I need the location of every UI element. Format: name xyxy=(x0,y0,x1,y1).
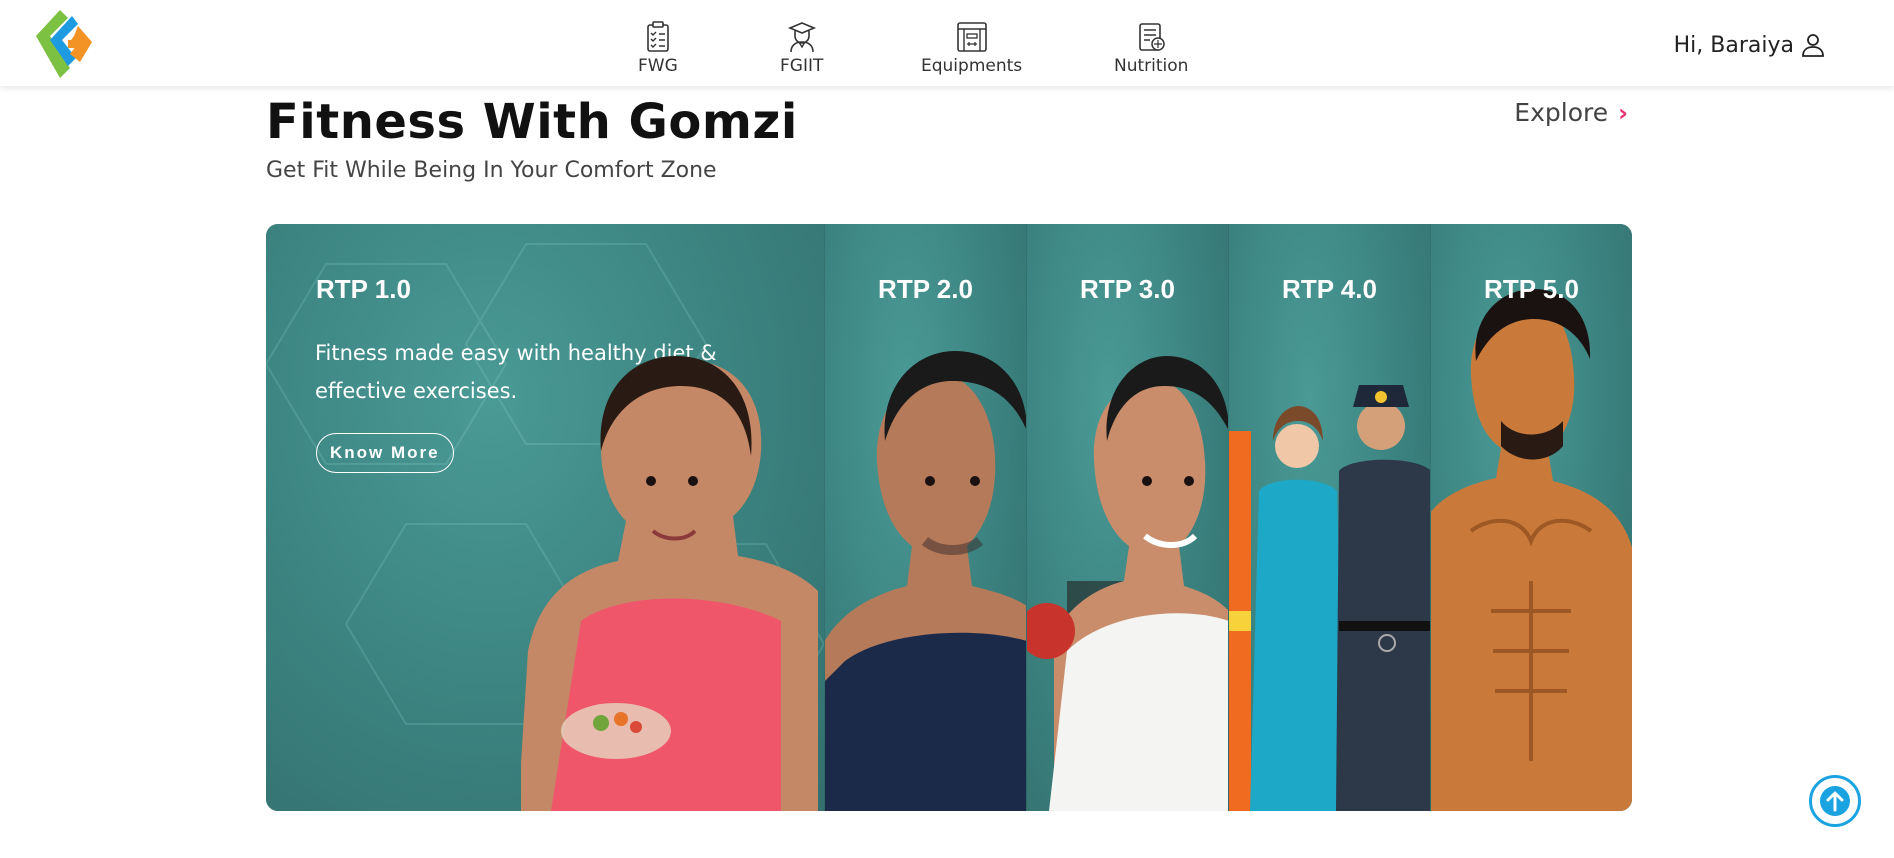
rtp-4-professionals-image xyxy=(1229,385,1430,811)
gomzi-logo[interactable] xyxy=(30,6,96,82)
user-icon xyxy=(1802,34,1824,57)
graduate-icon xyxy=(787,22,816,53)
nav-fwg-label: FWG xyxy=(638,56,678,76)
top-navbar: FWG FGIIT Equipments Nutrition Hi, Barai… xyxy=(0,0,1894,86)
nav-fgiit[interactable]: FGIIT xyxy=(780,20,823,76)
chevron-right-icon: › xyxy=(1618,98,1628,127)
rtp-panel-3-title: RTP 3.0 xyxy=(1080,274,1175,304)
rtp-panel-1[interactable]: RTP 1.0 Fitness made easy with healthy d… xyxy=(266,224,824,811)
rtp-3-person-image xyxy=(1027,356,1228,811)
rtp-panel-1-title: RTP 1.0 xyxy=(316,274,411,304)
nav-fwg[interactable]: FWG xyxy=(638,20,678,76)
nutrition-report-icon xyxy=(1139,23,1165,51)
rtp-panel-4-title: RTP 4.0 xyxy=(1282,274,1377,304)
clipboard-checklist-icon xyxy=(647,21,669,52)
scroll-to-top-button[interactable] xyxy=(1809,775,1861,827)
arrow-up-circle-icon xyxy=(1820,786,1850,816)
nav-fgiit-label: FGIIT xyxy=(780,56,824,76)
gym-equipment-icon xyxy=(956,22,987,52)
rtp-1-person-image xyxy=(521,356,818,811)
explore-link[interactable]: Explore › xyxy=(1514,98,1628,127)
rtp-5-bodybuilder-image xyxy=(1431,289,1632,811)
rtp-panel-5-title: RTP 5.0 xyxy=(1484,274,1579,304)
nav-nutrition[interactable]: Nutrition xyxy=(1114,20,1188,76)
rtp-panel-2[interactable]: RTP 2.0 xyxy=(824,224,1026,811)
rtp-2-person-image xyxy=(825,351,1026,811)
user-menu[interactable]: Hi, Baraiya xyxy=(1674,32,1826,58)
rtp-panel-4[interactable]: RTP 4.0 xyxy=(1228,224,1430,811)
nav-nutrition-label: Nutrition xyxy=(1114,56,1189,76)
rtp-carousel: RTP 1.0 Fitness made easy with healthy d… xyxy=(266,224,1632,811)
section-title: Fitness With Gomzi xyxy=(266,94,798,150)
rtp-panel-2-title: RTP 2.0 xyxy=(878,274,973,304)
know-more-button[interactable]: Know More xyxy=(316,433,454,473)
rtp-panel-5[interactable]: RTP 5.0 xyxy=(1430,224,1632,811)
nav-equipments[interactable]: Equipments xyxy=(921,20,1022,76)
section-subtitle: Get Fit While Being In Your Comfort Zone xyxy=(266,158,717,183)
nav-equipments-label: Equipments xyxy=(921,56,1023,76)
rtp-panel-3[interactable]: RTP 3.0 xyxy=(1026,224,1228,811)
user-greeting: Hi, Baraiya xyxy=(1673,32,1794,58)
explore-label: Explore xyxy=(1514,98,1609,127)
